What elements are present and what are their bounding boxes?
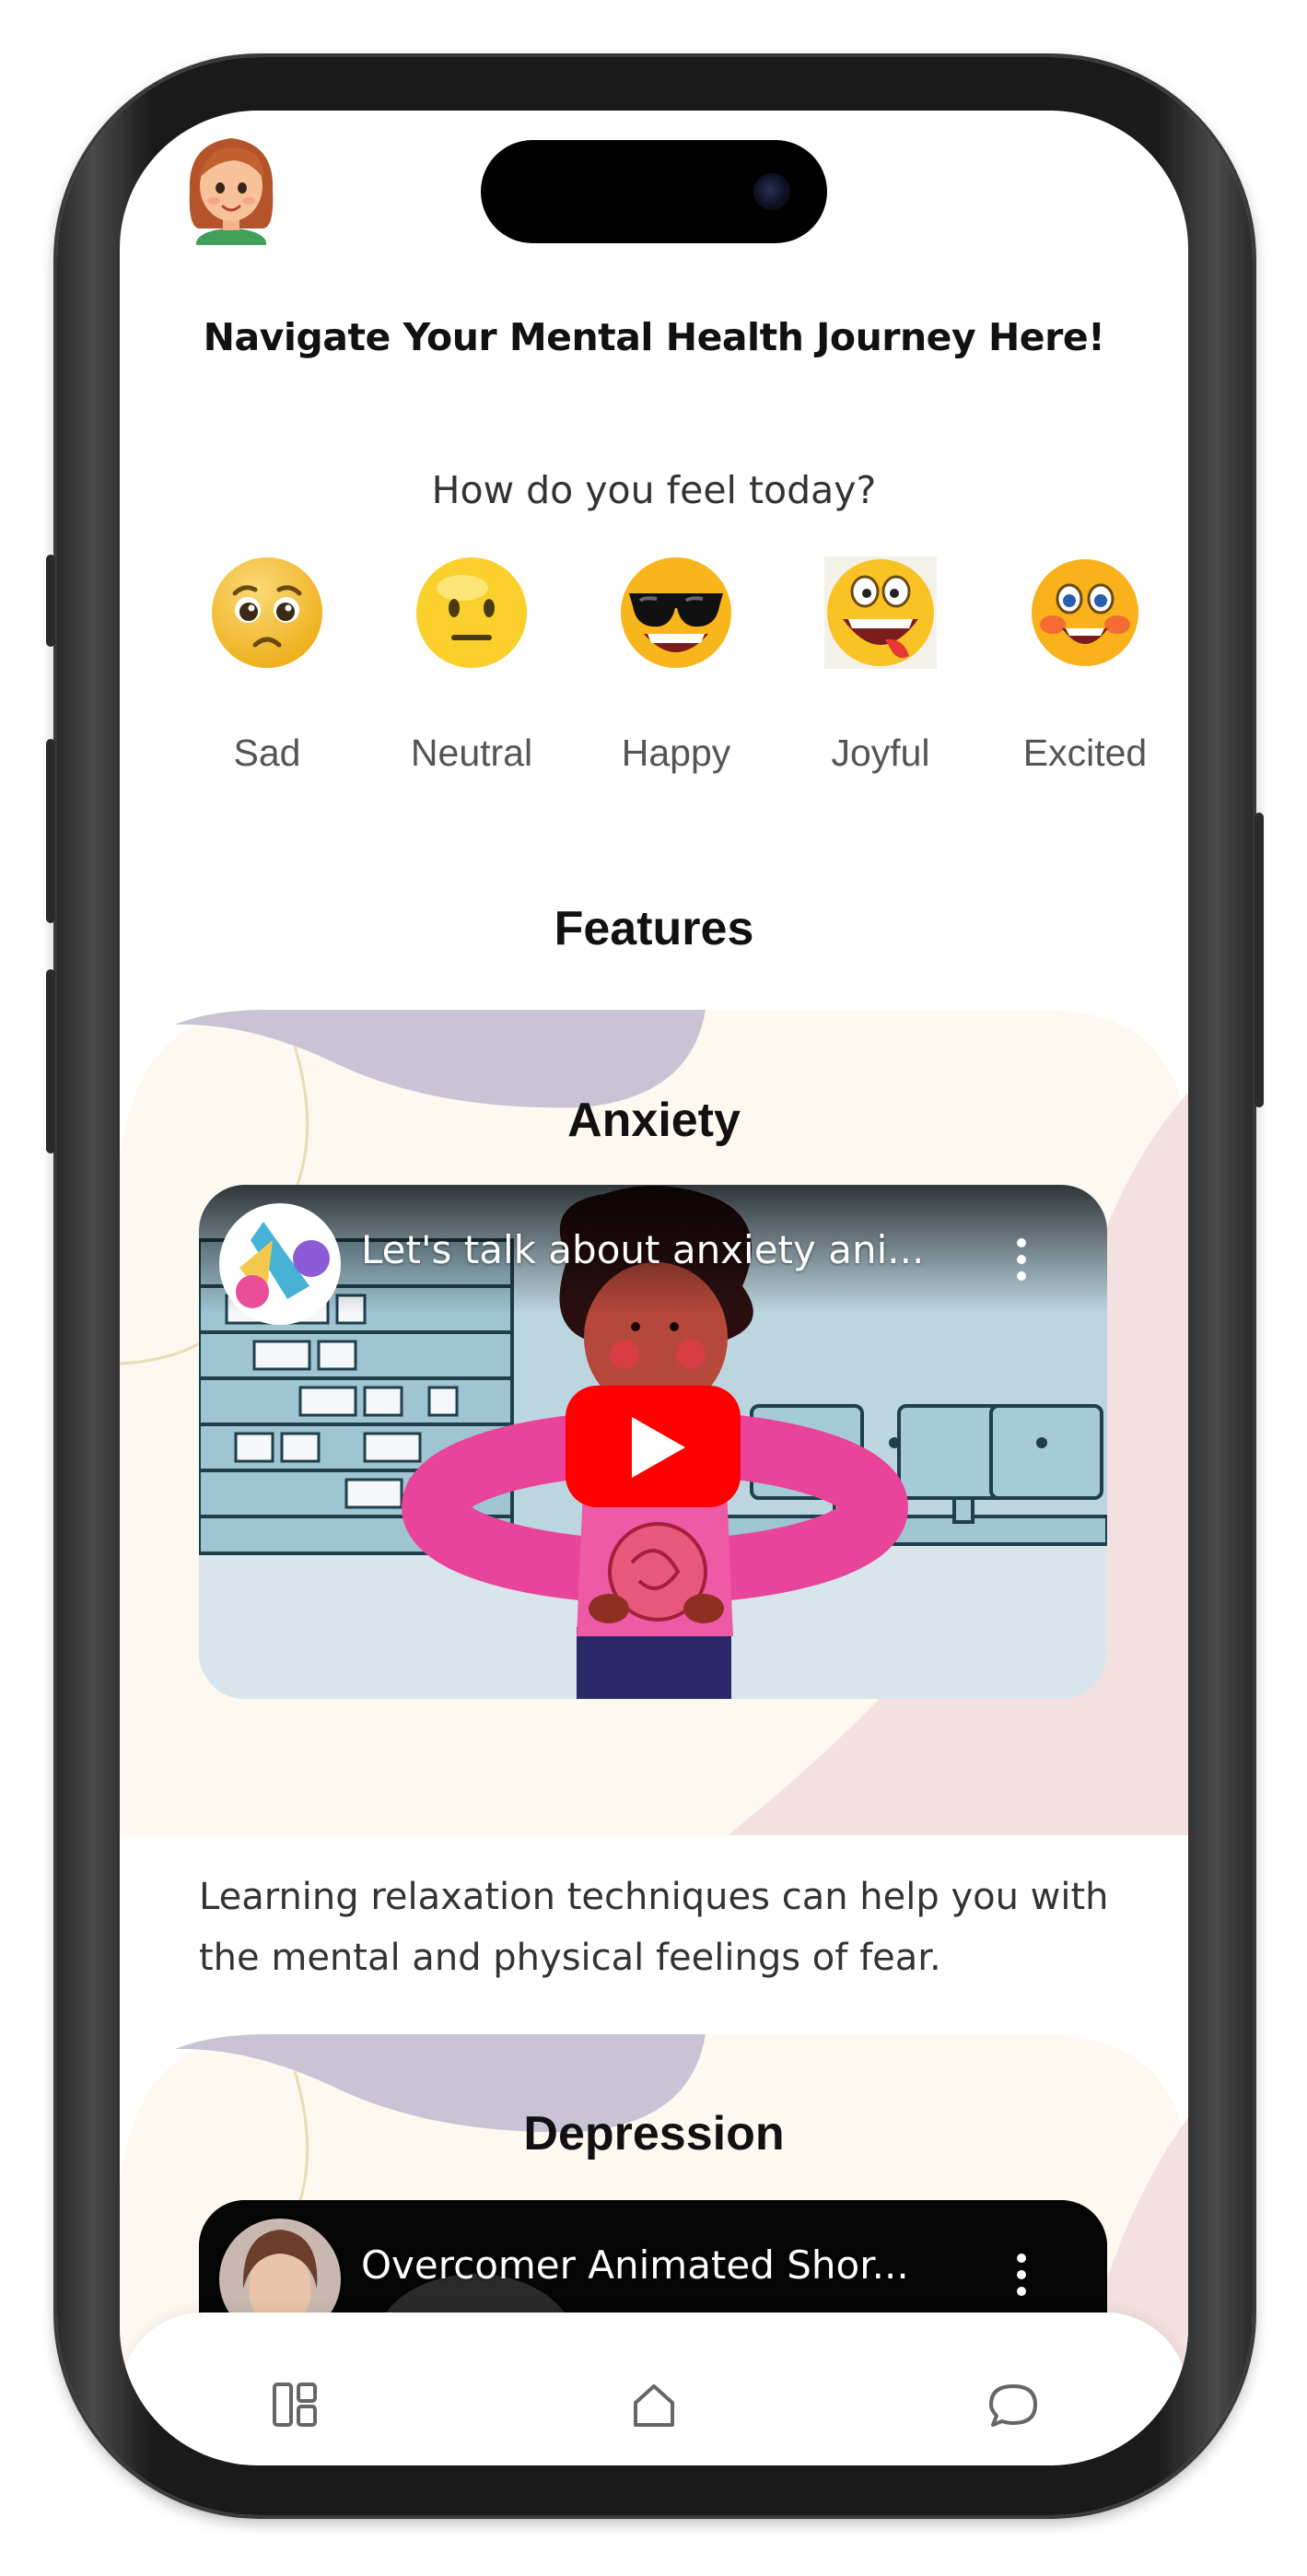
neutral-emoji-icon [416,557,527,668]
user-avatar[interactable] [181,125,282,245]
sad-emoji-icon [212,557,322,668]
mood-option-sad[interactable]: Sad [175,553,359,775]
video-title: Overcomer Animated Shor... [361,2242,909,2288]
mood-option-neutral[interactable]: Neutral [379,553,564,775]
video-title: Let's talk about anxiety ani... [361,1227,925,1272]
volume-up-button [46,739,55,923]
joyful-emoji-icon [824,556,937,669]
camera-icon [753,173,790,210]
anxiety-video-player[interactable]: Let's talk about anxiety ani... [199,1185,1107,1699]
app-screen: Navigate Your Mental Health Journey Here… [120,111,1188,2465]
mood-label: Happy [621,732,731,774]
power-button [1254,813,1264,1107]
mood-question: How do you feel today? [431,468,877,512]
sunglasses-emoji-icon [621,557,731,668]
chat-icon[interactable] [986,2377,1041,2432]
dashboard-icon[interactable] [267,2377,322,2432]
dynamic-island [481,140,827,243]
anxiety-description: Learning relaxation techniques can help … [199,1876,1109,1979]
video-more-icon[interactable] [1017,2254,1028,2303]
home-icon[interactable] [626,2377,682,2432]
excited-emoji-icon [1032,559,1138,666]
mood-option-happy[interactable]: Happy [584,553,768,775]
features-heading: Features [554,902,754,955]
action-button [46,555,55,647]
mood-label: Joyful [831,732,930,774]
mood-option-joyful[interactable]: Joyful [788,553,973,775]
mood-label: Excited [1022,732,1148,774]
mood-option-excited[interactable]: Excited [993,553,1177,775]
mood-label: Sad [233,732,301,774]
depression-title: Depression [523,2107,785,2160]
anxiety-title: Anxiety [567,1094,741,1147]
mood-label: Neutral [410,732,533,774]
page-headline: Navigate Your Mental Health Journey Here… [203,315,1105,359]
volume-down-button [46,969,55,1153]
video-more-icon[interactable] [1017,1238,1028,1288]
bottom-navigation [120,2313,1188,2465]
